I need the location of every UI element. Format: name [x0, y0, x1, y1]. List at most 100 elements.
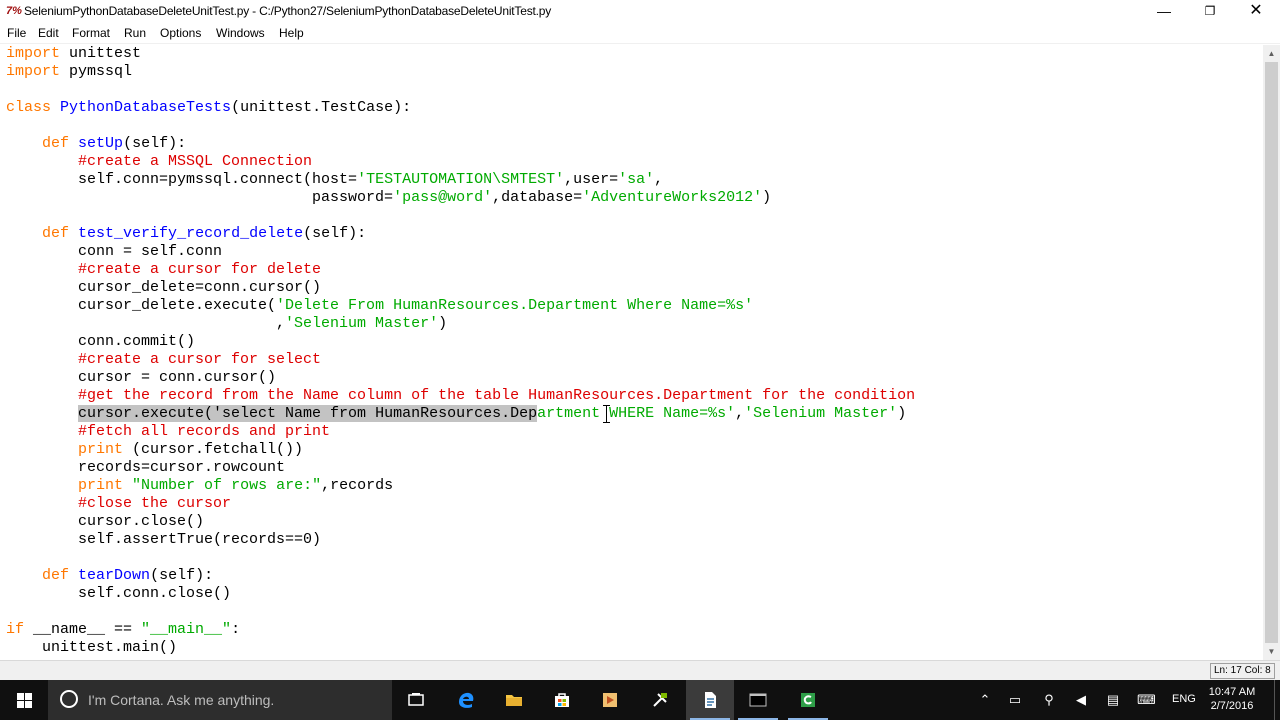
volume-icon[interactable]: ◀	[1072, 692, 1090, 708]
edge-icon	[459, 692, 474, 708]
taskbar-app[interactable]	[586, 680, 634, 720]
code-token-def: test_verify_record_delete	[78, 225, 304, 242]
code-line[interactable]: self.conn=pymssql.connect(host='TESTAUTO…	[6, 171, 663, 189]
network-icon[interactable]: ⚲	[1040, 692, 1058, 708]
code-line[interactable]: class PythonDatabaseTests(unittest.TestC…	[6, 99, 411, 117]
code-token-plain: ,user=	[564, 171, 619, 188]
code-token-plain: self.conn=pymssql.connect(host=	[6, 171, 358, 188]
taskbar-command-prompt[interactable]	[734, 680, 782, 720]
minimize-button[interactable]: —	[1141, 0, 1187, 24]
menu-windows[interactable]: Windows	[216, 26, 265, 40]
code-line[interactable]: #get the record from the Name column of …	[6, 387, 915, 405]
scroll-thumb[interactable]	[1265, 62, 1278, 643]
show-desktop-button[interactable]	[1274, 680, 1280, 720]
code-token-kw: import	[6, 63, 61, 80]
code-token-kw: import	[6, 45, 61, 62]
code-line[interactable]: password='pass@word',database='Adventure…	[6, 189, 771, 207]
code-line[interactable]: def setUp(self):	[6, 135, 186, 153]
code-token-str: 'AdventureWorks2012'	[582, 189, 763, 206]
code-token-plain: records=cursor.rowcount	[6, 459, 286, 476]
language-indicator[interactable]: ENG	[1172, 693, 1196, 705]
code-line[interactable]: def tearDown(self):	[6, 567, 213, 585]
taskbar-store[interactable]	[538, 680, 586, 720]
code-line[interactable]: conn.commit()	[6, 333, 195, 351]
code-line[interactable]: def test_verify_record_delete(self):	[6, 225, 366, 243]
start-button[interactable]	[0, 680, 48, 720]
task-view-button[interactable]	[392, 680, 440, 720]
battery-icon[interactable]: ▭	[1006, 692, 1024, 708]
scroll-down-icon[interactable]: ▼	[1263, 643, 1280, 660]
code-line[interactable]: if __name__ == "__main__":	[6, 621, 240, 639]
code-line[interactable]: conn = self.conn	[6, 243, 222, 261]
code-line[interactable]: ,'Selenium Master')	[6, 315, 447, 333]
code-line[interactable]: cursor.close()	[6, 513, 204, 531]
code-token-def: setUp	[78, 135, 124, 152]
code-token-com: #get the record from the Name column of …	[78, 387, 916, 404]
code-line[interactable]: #create a MSSQL Connection	[6, 153, 312, 171]
code-token-str: "__main__"	[141, 621, 232, 638]
code-token-plain: (self):	[150, 567, 214, 584]
taskbar-green-app[interactable]	[784, 680, 832, 720]
cortana-placeholder: I'm Cortana. Ask me anything.	[88, 692, 275, 708]
code-token-kw: def	[42, 225, 70, 242]
scroll-up-icon[interactable]: ▲	[1263, 45, 1280, 62]
code-line[interactable]: import pymssql	[6, 63, 132, 81]
code-line[interactable]: unittest.main()	[6, 639, 177, 657]
close-button[interactable]: ✕	[1233, 0, 1279, 24]
code-token-str: 'Selenium Master'	[744, 405, 898, 422]
idle-app-icon[interactable]: 7%	[6, 4, 22, 18]
restore-button[interactable]: ❐	[1187, 0, 1233, 24]
taskbar-python-idle[interactable]	[686, 680, 734, 720]
code-line[interactable]: cursor_delete=conn.cursor()	[6, 279, 321, 297]
code-token-plain: (cursor.fetchall())	[123, 441, 304, 458]
code-line[interactable]: #create a cursor for select	[6, 351, 321, 369]
console-icon	[749, 693, 767, 707]
menu-format[interactable]: Format	[72, 26, 110, 40]
menu-edit[interactable]: Edit	[38, 26, 59, 40]
menu-help[interactable]: Help	[279, 26, 304, 40]
action-center-icon[interactable]: ▤	[1104, 692, 1122, 708]
menu-run[interactable]: Run	[124, 26, 146, 40]
taskbar-edge[interactable]	[442, 680, 490, 720]
code-line[interactable]: #create a cursor for delete	[6, 261, 321, 279]
code-line[interactable]: import unittest	[6, 45, 141, 63]
code-token-plain: ,database=	[492, 189, 583, 206]
show-hidden-icons-icon[interactable]: ⌃	[976, 692, 994, 708]
menu-options[interactable]: Options	[160, 26, 201, 40]
code-line[interactable]: records=cursor.rowcount	[6, 459, 285, 477]
code-token-plain: cursor_delete=conn.cursor()	[6, 279, 322, 296]
code-line[interactable]: #close the cursor	[6, 495, 231, 513]
code-line[interactable]: cursor = conn.cursor()	[6, 369, 276, 387]
code-token-kw: if	[6, 621, 25, 638]
code-line[interactable]: self.assertTrue(records==0)	[6, 531, 321, 549]
code-token-plain: ,	[654, 171, 664, 188]
menu-file[interactable]: File	[7, 26, 26, 40]
keyboard-icon[interactable]: ⌨	[1137, 692, 1156, 708]
code-line[interactable]: cursor.execute('select Name from HumanRe…	[6, 405, 906, 423]
code-line[interactable]: print "Number of rows are:",records	[6, 477, 393, 495]
code-token-kw: print	[78, 441, 124, 458]
taskbar-tools[interactable]	[636, 680, 684, 720]
code-line[interactable]: print (cursor.fetchall())	[6, 441, 303, 459]
cortana-search-box[interactable]: I'm Cortana. Ask me anything.	[48, 680, 392, 720]
code-line[interactable]: self.conn.close()	[6, 585, 231, 603]
code-line[interactable]: #fetch all records and print	[6, 423, 330, 441]
code-editor[interactable]: import unittest import pymssql class Pytho…	[0, 45, 1263, 660]
code-token-def: tearDown	[78, 567, 151, 584]
taskbar-file-explorer[interactable]	[490, 680, 538, 720]
code-token-plain: )	[438, 315, 448, 332]
clock[interactable]: 10:47 AM 2/7/2016	[1205, 685, 1259, 713]
clock-time: 10:47 AM	[1208, 686, 1256, 698]
text-cursor-icon	[603, 405, 610, 423]
vertical-scrollbar[interactable]: ▲ ▼	[1263, 45, 1280, 660]
code-line[interactable]: cursor_delete.execute('Delete From Human…	[6, 297, 753, 315]
code-token-str: 'sa'	[618, 171, 655, 188]
code-token-plain: self.assertTrue(records==0)	[6, 531, 322, 548]
